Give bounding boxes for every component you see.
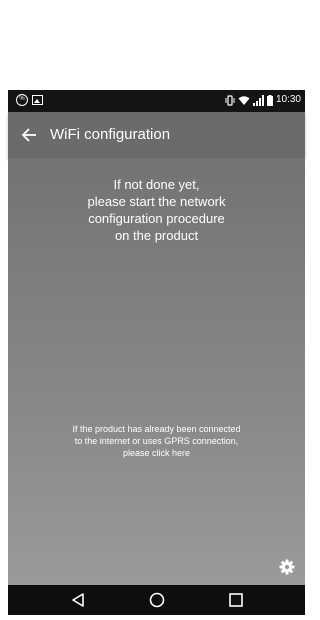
signal-icon [252,94,264,106]
back-triangle-icon[interactable] [70,592,86,608]
recents-square-icon[interactable] [228,592,244,608]
app-bar: WiFi configuration [8,112,305,158]
image-notification-icon [32,95,43,105]
gear-icon[interactable] [279,559,295,575]
status-left-icons: % [16,94,43,106]
status-bar: % 10:30 [8,90,305,112]
status-time: 10:30 [275,94,301,105]
page-title: WiFi configuration [50,126,171,143]
vibrate-icon [225,94,235,106]
navigation-bar [8,585,305,615]
instruction-text: If not done yet, please start the networ… [87,177,226,243]
main-content: If not done yet, please start the networ… [8,158,305,585]
already-connected-link[interactable]: If the product has already been connecte… [32,423,281,459]
home-circle-icon[interactable] [149,592,165,608]
wifi-icon [238,95,250,105]
notification-percent-icon: % [16,94,28,106]
battery-icon [266,94,273,106]
status-right-icons: 10:30 [225,94,301,106]
phone-screen: % 10:30 WiFi configuration If not done y… [8,90,305,615]
back-arrow-icon[interactable] [20,125,40,145]
